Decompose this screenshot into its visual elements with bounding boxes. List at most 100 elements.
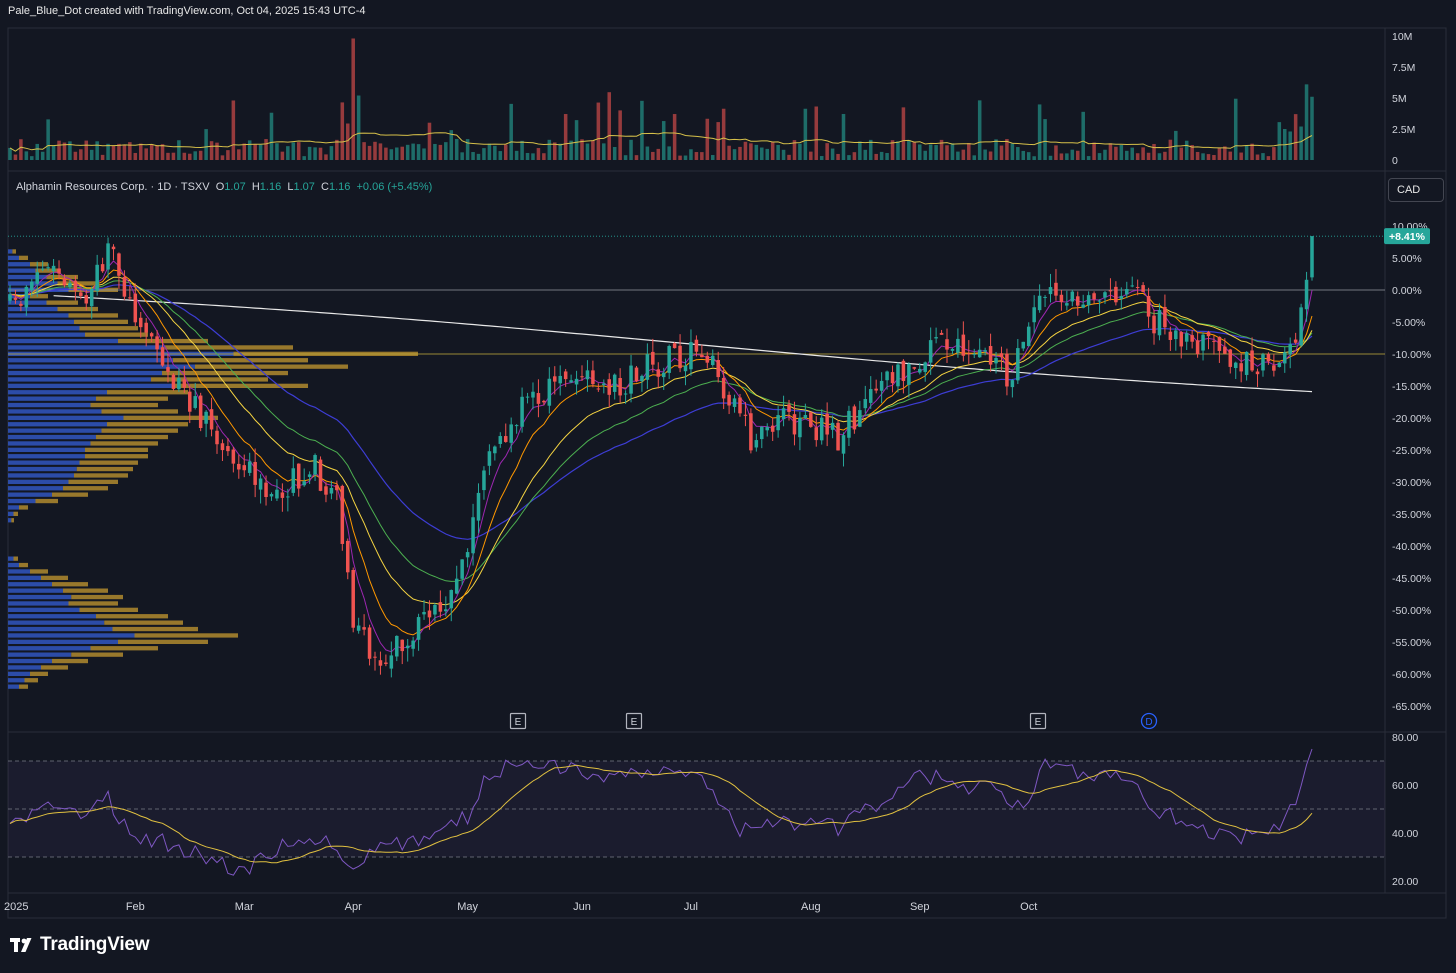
brand-name: TradingView bbox=[40, 934, 150, 955]
candle-body bbox=[79, 292, 83, 296]
volume-bar bbox=[1146, 152, 1151, 160]
volume-bar bbox=[1299, 126, 1303, 160]
volume-bar bbox=[907, 140, 911, 160]
volume-bar bbox=[493, 145, 497, 160]
volume-profile-row bbox=[8, 358, 173, 363]
volume-tick-label: 7.5M bbox=[1392, 62, 1415, 74]
price-tick-label: -45.00% bbox=[1392, 573, 1431, 585]
volume-bar bbox=[531, 153, 535, 160]
candle-body bbox=[487, 451, 492, 466]
earnings-marker-label: E bbox=[631, 717, 638, 728]
volume-bar bbox=[514, 150, 519, 160]
candle-body bbox=[433, 604, 437, 615]
time-axis: 2025 Feb Mar Apr May Jun Jul Aug Sep Oct bbox=[4, 901, 1037, 913]
rsi-tick-label: 40.00 bbox=[1392, 828, 1418, 840]
candle-body bbox=[362, 627, 366, 630]
candle-body bbox=[40, 268, 45, 270]
volume-profile-row bbox=[11, 518, 14, 523]
volume-bar bbox=[770, 141, 775, 160]
candle-body bbox=[536, 393, 541, 404]
candle-body bbox=[1163, 306, 1167, 328]
volume-bar bbox=[324, 154, 328, 160]
volume-profile-row bbox=[79, 326, 138, 331]
candle-body bbox=[291, 468, 296, 493]
candle-body bbox=[672, 343, 677, 349]
volume-bar bbox=[286, 146, 290, 160]
volume-bar bbox=[1114, 146, 1118, 160]
candle-body bbox=[215, 430, 219, 445]
candle-body bbox=[977, 349, 982, 358]
volume-bar bbox=[1255, 154, 1260, 160]
volume-profile-row bbox=[8, 511, 14, 516]
candle-body bbox=[825, 413, 829, 435]
time-tick-label: Oct bbox=[1020, 901, 1037, 913]
price-pane[interactable]: EEED bbox=[8, 235, 1385, 730]
candle-body bbox=[700, 354, 704, 358]
volume-bar bbox=[525, 152, 530, 160]
candle-body bbox=[73, 280, 78, 291]
legend-change: +0.06 (+5.45%) bbox=[356, 181, 433, 193]
volume-profile-row bbox=[90, 646, 158, 651]
volume-profile-row bbox=[8, 639, 118, 644]
volume-bar bbox=[313, 147, 317, 160]
candle-body bbox=[727, 394, 731, 406]
candle-body bbox=[956, 338, 960, 353]
tradingview-logo[interactable]: TradingView bbox=[10, 934, 150, 956]
volume-profile-row bbox=[8, 620, 105, 625]
volume-bar bbox=[754, 144, 759, 160]
volume-profile-row bbox=[8, 409, 102, 414]
volume-bar bbox=[602, 143, 606, 160]
volume-bar bbox=[133, 152, 138, 160]
volume-bar bbox=[117, 143, 121, 160]
candle-body bbox=[1304, 279, 1309, 310]
candle-body bbox=[569, 380, 573, 383]
volume-profile-row bbox=[8, 390, 107, 395]
volume-bar bbox=[1179, 147, 1184, 160]
volume-profile-row bbox=[8, 607, 80, 612]
volume-bar bbox=[280, 151, 285, 160]
volume-bar bbox=[1163, 151, 1167, 160]
volume-bar bbox=[84, 140, 89, 160]
candle-body bbox=[1054, 282, 1058, 296]
candle-body bbox=[705, 355, 710, 363]
candle-body bbox=[907, 363, 911, 385]
candle-body bbox=[967, 353, 971, 355]
volume-profile-row bbox=[8, 268, 36, 273]
candle-body bbox=[1223, 346, 1227, 354]
candle-body bbox=[896, 364, 900, 387]
volume-bar bbox=[1054, 145, 1058, 160]
candle-body bbox=[710, 355, 715, 366]
rsi-tick-label: 80.00 bbox=[1392, 732, 1418, 744]
volume-bar bbox=[95, 141, 99, 160]
candle-body bbox=[220, 443, 225, 451]
legend-low: 1.07 bbox=[293, 181, 315, 193]
volume-profile-row bbox=[173, 383, 308, 388]
volume-profile-row bbox=[8, 454, 85, 459]
candle-body bbox=[160, 347, 165, 366]
volume-bar bbox=[57, 140, 61, 160]
candle-body bbox=[95, 264, 99, 292]
volume-bar bbox=[1244, 145, 1249, 160]
volume-profile-row bbox=[19, 255, 28, 260]
candle-body bbox=[416, 617, 421, 640]
volume-bar bbox=[732, 149, 737, 160]
candle-body bbox=[651, 351, 655, 365]
volume-bar bbox=[967, 142, 971, 160]
candle-body bbox=[1293, 339, 1298, 343]
volume-bar bbox=[803, 108, 808, 160]
volume-bar bbox=[13, 154, 18, 160]
volume-profile-row bbox=[19, 562, 28, 568]
volume-bar bbox=[574, 120, 579, 160]
volume-bar bbox=[1119, 145, 1124, 160]
volume-bar bbox=[1081, 111, 1085, 160]
volume-bar bbox=[111, 145, 116, 160]
volume-profile-row bbox=[8, 434, 96, 440]
volume-bar bbox=[553, 142, 557, 160]
candle-body bbox=[1037, 295, 1042, 311]
volume-profile-row bbox=[8, 338, 118, 344]
volume-bar bbox=[1026, 152, 1031, 160]
currency-button[interactable]: CAD bbox=[1388, 178, 1444, 202]
volume-profile-row bbox=[79, 607, 138, 612]
candle-body bbox=[661, 372, 666, 378]
chart-canvas[interactable]: EEED 10.00%5.00%0.00%-5.00%-10.00%-15.00… bbox=[0, 0, 1456, 973]
